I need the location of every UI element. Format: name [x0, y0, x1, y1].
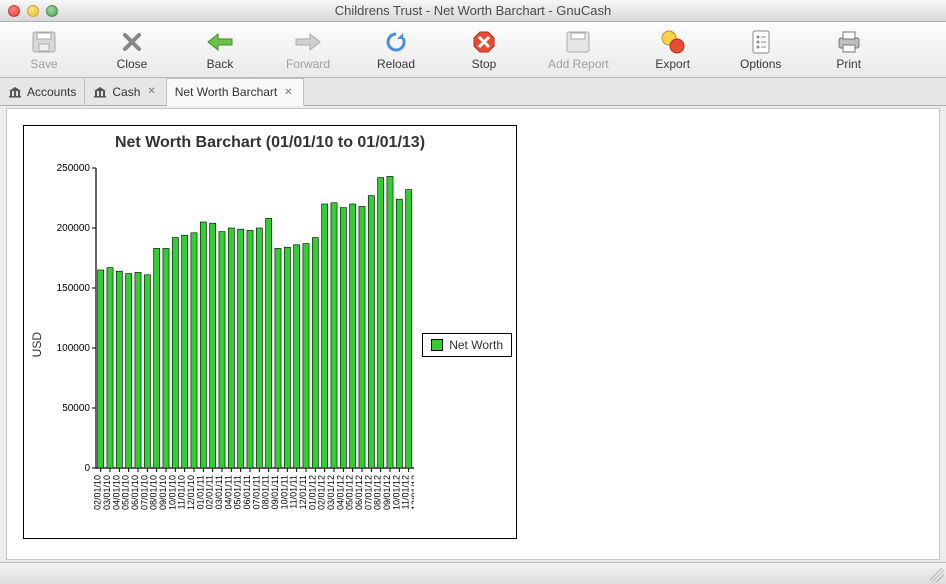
stop-icon — [472, 28, 496, 56]
window-title: Childrens Trust - Net Worth Barchart - G… — [0, 3, 946, 18]
tab-close-icon[interactable]: ✕ — [282, 87, 294, 98]
back-button[interactable]: Back — [196, 28, 244, 71]
options-icon — [750, 28, 772, 56]
tab-strip: Accounts Cash ✕ Net Worth Barchart ✕ — [0, 78, 946, 106]
tab-label: Cash — [112, 85, 140, 99]
export-button[interactable]: Export — [649, 28, 697, 71]
reload-icon — [384, 28, 408, 56]
export-icon — [660, 28, 686, 56]
save-button[interactable]: Save — [20, 28, 68, 71]
forward-arrow-icon — [294, 28, 322, 56]
svg-text:250000: 250000 — [57, 163, 91, 174]
minimize-window-icon[interactable] — [27, 5, 39, 17]
bank-icon — [93, 86, 107, 98]
forward-button[interactable]: Forward — [284, 28, 332, 71]
close-button[interactable]: Close — [108, 28, 156, 71]
chart-legend: Net Worth — [422, 333, 512, 357]
svg-text:150000: 150000 — [57, 283, 91, 294]
options-button[interactable]: Options — [737, 28, 785, 71]
back-arrow-icon — [206, 28, 234, 56]
report-frame: Net Worth Barchart (01/01/10 to 01/01/13… — [23, 125, 517, 539]
status-bar — [0, 562, 946, 584]
legend-swatch — [431, 339, 443, 351]
resize-grip-icon[interactable] — [930, 568, 944, 582]
bank-icon — [8, 86, 22, 98]
tab-cash[interactable]: Cash ✕ — [85, 78, 166, 105]
add-report-icon — [565, 28, 591, 56]
zoom-window-icon[interactable] — [46, 5, 58, 17]
tab-net-worth-barchart[interactable]: Net Worth Barchart ✕ — [167, 78, 304, 106]
add-report-button[interactable]: Add Report — [548, 28, 609, 71]
svg-text:200000: 200000 — [57, 223, 91, 234]
toolbar: Save Close Back Forward Reload Stop Ad — [0, 22, 946, 78]
svg-text:12/01/12: 12/01/12 — [410, 475, 414, 510]
svg-text:100000: 100000 — [57, 343, 91, 354]
svg-text:50000: 50000 — [62, 403, 90, 414]
print-button[interactable]: Print — [825, 28, 873, 71]
window-controls — [0, 5, 58, 17]
window-titlebar: Childrens Trust - Net Worth Barchart - G… — [0, 0, 946, 22]
tab-accounts[interactable]: Accounts — [0, 78, 85, 105]
bar-chart: 05000010000015000020000025000002/01/1003… — [46, 160, 414, 530]
close-window-icon[interactable] — [8, 5, 20, 17]
chart-title: Net Worth Barchart (01/01/10 to 01/01/13… — [28, 134, 512, 152]
y-axis-label: USD — [28, 332, 46, 357]
tab-close-icon[interactable]: ✕ — [145, 86, 157, 97]
tab-label: Accounts — [27, 85, 76, 99]
reload-button[interactable]: Reload — [372, 28, 420, 71]
legend-label: Net Worth — [449, 338, 503, 352]
stop-button[interactable]: Stop — [460, 28, 508, 71]
print-icon — [836, 28, 862, 56]
svg-text:0: 0 — [84, 463, 90, 474]
report-content[interactable]: Net Worth Barchart (01/01/10 to 01/01/13… — [6, 108, 940, 560]
close-icon — [121, 28, 143, 56]
save-icon — [31, 28, 57, 56]
tab-label: Net Worth Barchart — [175, 85, 277, 99]
